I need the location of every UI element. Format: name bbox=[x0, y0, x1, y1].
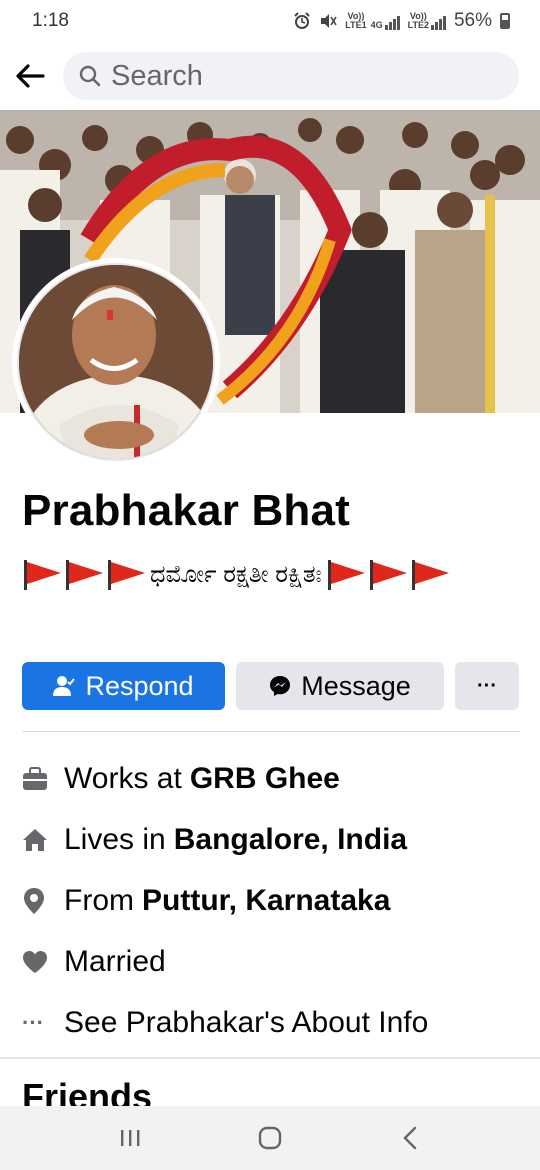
system-nav-bar bbox=[0, 1106, 540, 1170]
work-value[interactable]: GRB Ghee bbox=[190, 762, 340, 796]
signal-bars-icon bbox=[384, 16, 400, 30]
sim1-indicator: Vo)) LTE1 4G bbox=[345, 12, 400, 30]
red-flag-icon bbox=[326, 560, 368, 590]
red-flag-icon bbox=[64, 560, 106, 590]
divider bbox=[22, 731, 520, 732]
respond-button[interactable]: Respond bbox=[22, 662, 225, 710]
recent-apps-icon bbox=[121, 1130, 140, 1146]
ellipsis-icon: ··· bbox=[22, 1009, 44, 1035]
system-back-button[interactable] bbox=[380, 1108, 440, 1168]
profile-bio: ಧರ್ಮೋ ರಕ್ಷತೀ ರಕ್ಷಿತಃ bbox=[22, 555, 522, 595]
red-flag-icon bbox=[106, 560, 148, 590]
chevron-left-icon bbox=[403, 1126, 417, 1150]
lives-prefix: Lives in bbox=[64, 822, 166, 856]
mute-icon bbox=[321, 14, 337, 28]
avatar bbox=[17, 263, 215, 461]
signal-bars-icon bbox=[430, 16, 446, 30]
intro-section: Works at GRB Ghee Lives in Bangalore, In… bbox=[22, 748, 522, 1053]
home-button[interactable] bbox=[240, 1108, 300, 1168]
battery-percent: 56% bbox=[453, 10, 492, 31]
search-icon bbox=[79, 65, 101, 87]
briefcase-icon bbox=[23, 766, 47, 790]
intro-work: Works at GRB Ghee bbox=[22, 748, 522, 809]
red-flag-icon bbox=[368, 560, 410, 590]
search-bar[interactable]: Search bbox=[63, 52, 519, 100]
status-icons: Vo)) LTE1 4G Vo)) LTE2 56% bbox=[293, 10, 510, 32]
status-time: 1:18 bbox=[32, 10, 69, 31]
messenger-icon bbox=[270, 676, 291, 696]
house-icon bbox=[23, 828, 47, 851]
top-nav: Search bbox=[0, 48, 540, 104]
back-button[interactable] bbox=[0, 48, 60, 104]
bio-text: ಧರ್ಮೋ ರಕ್ಷತೀ ರಕ್ಷಿತಃ bbox=[150, 561, 322, 588]
relationship-status: Married bbox=[64, 944, 166, 978]
profile-picture[interactable] bbox=[12, 258, 220, 466]
see-about-label: See Prabhakar's About Info bbox=[64, 1005, 429, 1039]
profile-name: Prabhakar Bhat bbox=[22, 486, 351, 535]
ellipsis-icon: ··· bbox=[477, 674, 497, 697]
intro-relationship: Married bbox=[22, 931, 522, 992]
respond-label: Respond bbox=[85, 670, 194, 701]
work-prefix: Works at bbox=[64, 761, 182, 795]
intro-lives: Lives in Bangalore, India bbox=[22, 809, 522, 870]
from-prefix: From bbox=[64, 883, 134, 917]
home-circle-icon bbox=[258, 1126, 282, 1150]
section-divider bbox=[0, 1057, 540, 1059]
intro-from: From Puttur, Karnataka bbox=[22, 870, 522, 931]
from-value[interactable]: Puttur, Karnataka bbox=[142, 884, 390, 918]
arrow-left-icon bbox=[16, 64, 45, 88]
person-check-icon bbox=[53, 676, 76, 696]
search-placeholder: Search bbox=[111, 59, 203, 92]
lives-value[interactable]: Bangalore, India bbox=[174, 823, 407, 857]
profile-actions: Respond Message ··· bbox=[22, 662, 519, 710]
red-flag-icon bbox=[410, 560, 452, 590]
battery-icon bbox=[500, 13, 510, 29]
more-options-button[interactable]: ··· bbox=[455, 662, 519, 710]
see-about-info-link[interactable]: ··· See Prabhakar's About Info bbox=[22, 992, 522, 1053]
message-button[interactable]: Message bbox=[236, 662, 444, 710]
status-bar: 1:18 Vo)) LTE1 4G Vo)) LTE2 56% bbox=[0, 0, 540, 42]
alarm-icon bbox=[294, 12, 310, 29]
location-pin-icon bbox=[24, 887, 44, 914]
recent-apps-button[interactable] bbox=[100, 1108, 160, 1168]
message-label: Message bbox=[301, 670, 411, 701]
red-flag-icon bbox=[22, 560, 64, 590]
sim2-indicator: Vo)) LTE2 bbox=[408, 12, 446, 30]
heart-icon bbox=[23, 950, 47, 973]
